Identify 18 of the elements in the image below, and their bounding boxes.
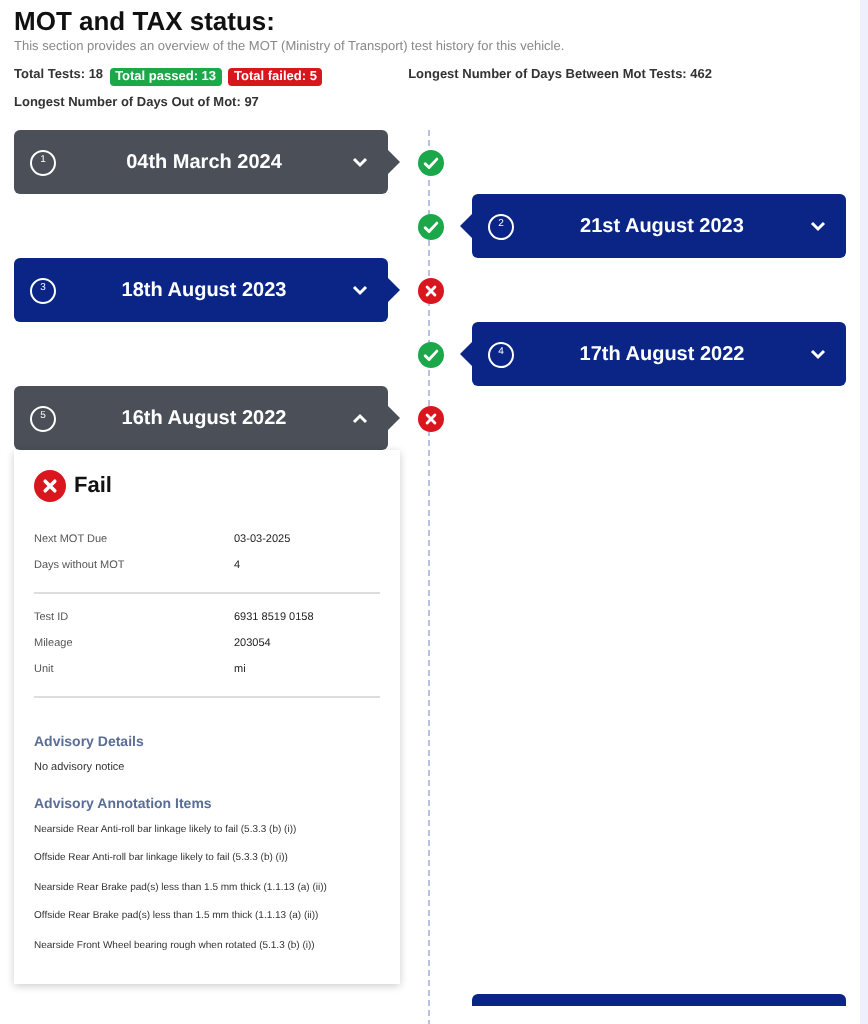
result-label: Fail [74,472,112,502]
timeline-card[interactable] [472,994,846,1007]
test-date: 21st August 2023 [578,213,746,241]
test-date: 04th March 2024 [124,149,284,177]
chevron-down-icon [810,348,826,360]
test-date: 16th August 2022 [119,405,289,433]
pointer-arrow [388,150,400,174]
pointer-arrow [460,342,472,366]
chevron-down-icon [352,284,368,296]
test-date: 18th August 2023 [119,277,289,305]
pointer-arrow [388,278,400,302]
chevron-up-icon [352,412,368,424]
test-date: 17th August 2022 [577,341,747,369]
section-title: MOT and TAX status: [14,6,277,38]
pointer-arrow [460,214,472,238]
chevron-down-icon [352,156,368,168]
chevron-down-icon [810,220,826,232]
pointer-arrow [388,406,400,430]
